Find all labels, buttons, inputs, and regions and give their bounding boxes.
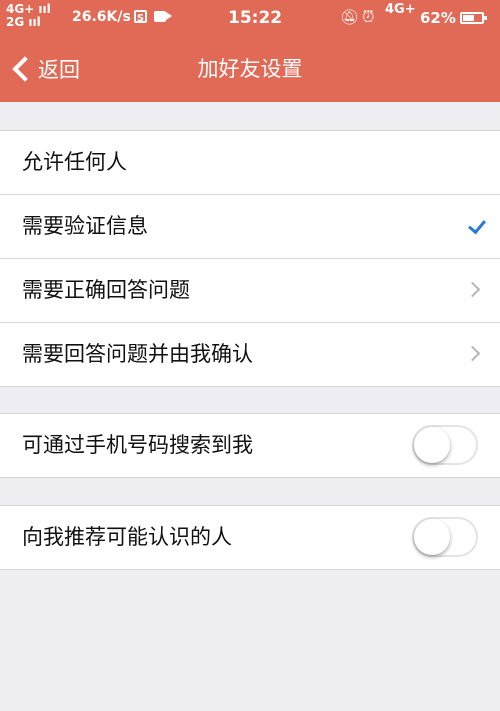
phone-search-row: 可通过手机号码搜索到我 — [0, 414, 500, 477]
network-speed: 26.6K/s — [72, 9, 131, 25]
recommend-row: 向我推荐可能认识的人 — [0, 506, 500, 569]
signal-2g-label: 2G ııl — [6, 15, 41, 29]
battery-fill — [463, 15, 474, 21]
page-title: 加好友设置 — [197, 57, 303, 81]
signal-indicator: 4G+ ııl 2G ııl — [6, 3, 51, 29]
navigation-bar: 返回 加好友设置 — [0, 36, 500, 102]
chevron-right-icon — [464, 281, 481, 298]
status-time: 15:22 — [228, 8, 283, 28]
option-require-correct-answer[interactable]: 需要正确回答问题 — [0, 259, 500, 323]
mute-icon: 🔕︎ — [340, 8, 360, 26]
verification-options-group: 允许任何人 需要验证信息 需要正确回答问题 需要回答问题并由我确认 — [0, 130, 500, 387]
checkmark-icon — [468, 215, 486, 235]
toggle-knob — [414, 427, 450, 463]
phone-search-label: 可通过手机号码搜索到我 — [22, 433, 253, 457]
status-bar: 4G+ ııl 2G ııl 26.6K/s S 15:22 🔕︎ ⏰︎ 4G+… — [0, 0, 500, 36]
option-require-verification[interactable]: 需要验证信息 — [0, 195, 500, 259]
alarm-icon: ⏰︎ — [362, 7, 375, 26]
option-allow-anyone[interactable]: 允许任何人 — [0, 131, 500, 195]
recommend-label: 向我推荐可能认识的人 — [22, 525, 232, 549]
option-label: 需要正确回答问题 — [22, 278, 190, 302]
notification-s-icon: S — [134, 10, 147, 24]
phone-search-toggle[interactable] — [412, 425, 478, 465]
option-label: 需要回答问题并由我确认 — [22, 342, 253, 366]
option-label: 允许任何人 — [22, 150, 127, 174]
battery-icon — [460, 12, 487, 24]
recommend-toggle[interactable] — [412, 517, 478, 557]
chevron-right-icon — [464, 345, 481, 362]
phone-search-group: 可通过手机号码搜索到我 — [0, 413, 500, 478]
option-label: 需要验证信息 — [22, 214, 148, 238]
battery-percent: 62% — [420, 9, 456, 27]
option-answer-and-confirm[interactable]: 需要回答问题并由我确认 — [0, 323, 500, 386]
recommend-group: 向我推荐可能认识的人 — [0, 505, 500, 570]
video-icon — [154, 11, 172, 22]
network-type: 4G+ — [385, 2, 416, 17]
toggle-knob — [414, 519, 450, 555]
